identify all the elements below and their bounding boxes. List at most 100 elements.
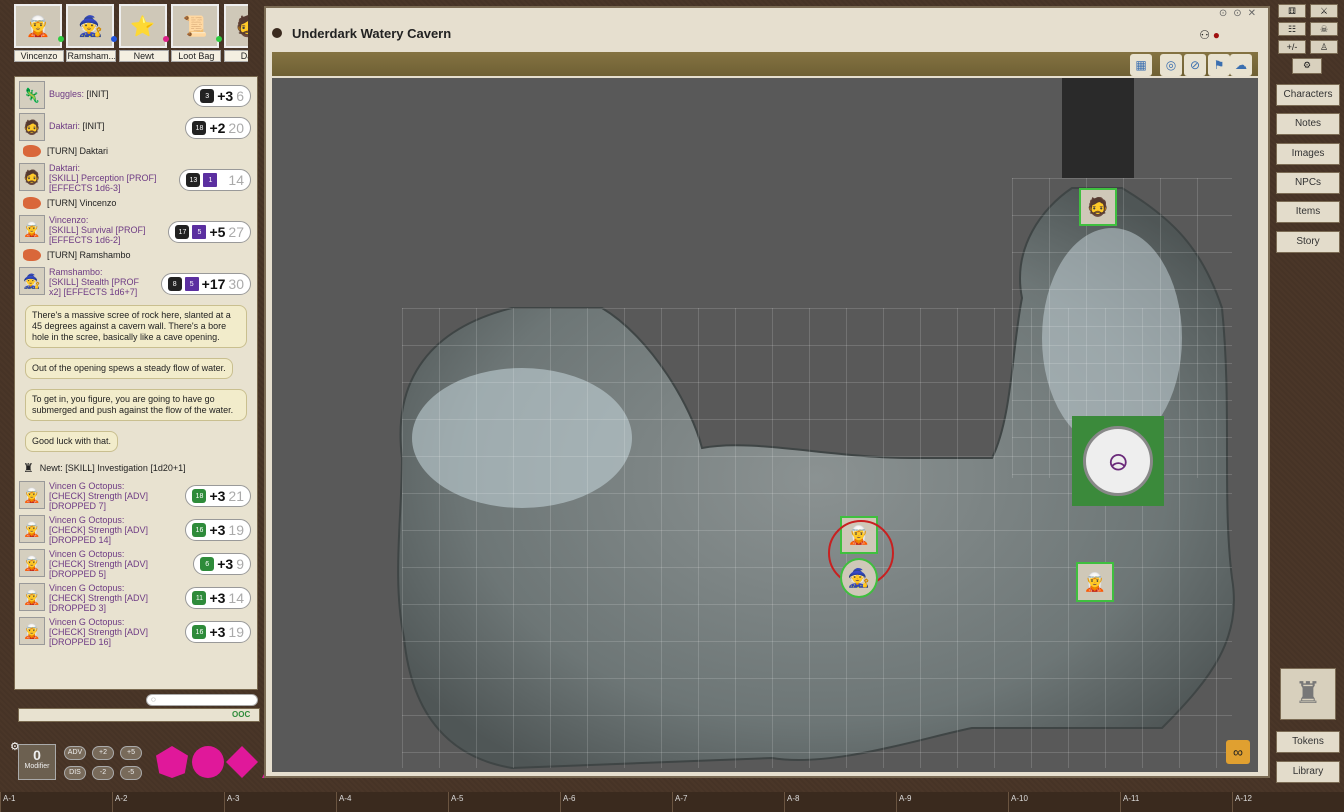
ooc-toggle[interactable]: OOC [232,710,250,719]
modifier-label: Modifier [24,763,50,770]
hotkey-slot[interactable]: A-3 [224,792,336,812]
portrait-ramshambo[interactable]: 🧙 Ramsham... [66,4,117,62]
images-button[interactable]: Images [1276,143,1340,165]
token-newt[interactable]: 🧝 [1076,562,1114,602]
modifiers-tool[interactable]: +/- [1278,40,1306,54]
map-window[interactable]: Underdark Watery Cavern ⚇ ● ⊙⊙✕ ▦ ◎ ⊘ ⚑ … [264,6,1270,778]
roll-result[interactable]: 11 +3 14 [185,587,251,609]
link-icon[interactable]: ∞ [1226,740,1250,764]
party-tool-icon[interactable]: ⚔ [1310,4,1338,18]
roll-modifier: +3 [209,522,226,538]
hotkey-slot[interactable]: A-10 [1008,792,1120,812]
portrait-image: 📜 [171,4,220,48]
tokens-button[interactable]: Tokens [1276,731,1340,753]
hotkey-slot[interactable]: A-9 [896,792,1008,812]
dis-button[interactable]: DIS [64,766,86,780]
dice-tool-icon[interactable]: ⚅ [1278,4,1306,18]
portrait-image: 🧙 [66,4,115,48]
roll-result[interactable]: 16 +3 19 [185,621,251,643]
hotkey-slot[interactable]: A-4 [336,792,448,812]
window-grip-icon[interactable] [272,28,282,38]
roll-result[interactable]: 6 +3 9 [193,553,251,575]
roll-type: [CHECK] Strength [ADV] [49,627,149,637]
story-button[interactable]: Story [1276,231,1340,253]
chat-log[interactable]: 🦎 Buggles: [INIT] 3 +3 6 🧔 Daktari: [INIT]… [14,76,258,690]
token-octopus[interactable]: ဓ [1072,416,1164,506]
hotkey-slot[interactable]: A-12 [1232,792,1344,812]
d20-dice-icon[interactable] [156,746,188,778]
d10-dice-icon[interactable] [226,746,258,778]
minus2-button[interactable]: -2 [92,766,114,780]
tower-icon[interactable]: ♜ [1280,668,1336,720]
chat-mode-select[interactable]: ◌ [146,694,258,706]
portrait-loot-bag[interactable]: 📜 Loot Bag [171,4,222,62]
speaker-name: Vincen G Octopus: [49,583,125,593]
d6-icon: 5 [192,225,207,239]
library-button[interactable]: Library [1276,761,1340,783]
roll-result[interactable]: 3 +3 6 [193,85,251,107]
lock-icon[interactable]: ● [1213,28,1220,42]
avatar: 🧝 [19,215,45,243]
token-daktari[interactable]: 🧔 [1079,188,1117,226]
roll-result[interactable]: 18 +2 20 [185,117,251,139]
chat-input[interactable] [18,708,260,722]
hotkey-slot[interactable]: A-8 [784,792,896,812]
portrait-daktari[interactable]: 🧔 Dak [223,4,248,62]
grid-icon[interactable]: ▦ [1130,54,1152,76]
d6-icon: 1 [203,173,218,187]
hotkey-slot[interactable]: A-7 [672,792,784,812]
hotkey-slot[interactable]: A-1 [0,792,112,812]
minus5-button[interactable]: -5 [120,766,142,780]
map-canvas[interactable]: 🧔 ဓ 🧝 🧝 🧙 ∞ [272,78,1258,772]
token-ramshambo[interactable]: 🧙 [840,558,878,598]
flag-icon[interactable]: ⚑ [1208,54,1230,76]
roll-result[interactable]: 18 +3 21 [185,485,251,507]
speaker-name: Vincenzo: [49,215,89,225]
share-icon[interactable]: ⚇ [1199,28,1210,42]
calendar-tool-icon[interactable]: ☷ [1278,22,1306,36]
portrait-newt[interactable]: ⭐ Newt [118,4,170,62]
d20-icon: 18 [192,121,207,135]
target-icon[interactable]: ◎ [1160,54,1182,76]
characters-button[interactable]: Characters [1276,84,1340,106]
items-button[interactable]: Items [1276,201,1340,223]
roll-modifier: +3 [209,624,226,640]
roll-result[interactable]: 16 +3 19 [185,519,251,541]
tentacle-icon: ဓ [1083,426,1153,496]
roll-result[interactable]: 17 5 +5 27 [168,221,251,243]
window-controls[interactable]: ⊙⊙✕ [1219,8,1262,19]
plus2-button[interactable]: +2 [92,746,114,760]
chat-message: 🧝 Vincen G Octopus: [CHECK] Strength [ADV… [19,583,253,613]
no-target-icon[interactable]: ⊘ [1184,54,1206,76]
chat-message: 🧔 Daktari: [INIT] 18 +2 20 [19,113,253,141]
person-tool-icon[interactable]: ♙ [1310,40,1338,54]
notes-button[interactable]: Notes [1276,113,1340,135]
avatar: 🧝 [19,481,45,509]
avatar: 🧝 [19,583,45,611]
npcs-button[interactable]: NPCs [1276,172,1340,194]
settings-gear-icon[interactable]: ⚙ [1292,58,1322,74]
roll-modifier: +3 [217,556,234,572]
hotkey-slot[interactable]: A-11 [1120,792,1232,812]
d20-icon: 13 [186,173,201,187]
adv-button[interactable]: ADV [64,746,86,760]
roll-result[interactable]: 13 1 14 [179,169,251,191]
portrait-label: Dak [223,50,248,62]
d12-dice-icon[interactable] [192,746,224,778]
hotkey-slot[interactable]: A-5 [448,792,560,812]
turn-flag-icon [23,145,41,157]
mask-icon[interactable]: ☁ [1230,54,1252,76]
combat-tool-icon[interactable]: ☠ [1310,22,1338,36]
portrait-vincenzo[interactable]: 🧝 Vincenzo [14,4,65,62]
roll-result[interactable]: 8 5 +17 30 [160,273,251,295]
turn-flag-icon [23,197,41,209]
roll-dropped: [DROPPED 16] [49,637,112,647]
plus5-button[interactable]: +5 [120,746,142,760]
d20-icon: 18 [192,489,207,503]
status-dot [110,36,117,42]
hotkey-slot[interactable]: A-2 [112,792,224,812]
d20-icon: 16 [192,625,207,639]
modifier-box[interactable]: 0 Modifier [18,744,56,780]
hotkey-slot[interactable]: A-6 [560,792,672,812]
roll-total: 19 [228,522,244,538]
